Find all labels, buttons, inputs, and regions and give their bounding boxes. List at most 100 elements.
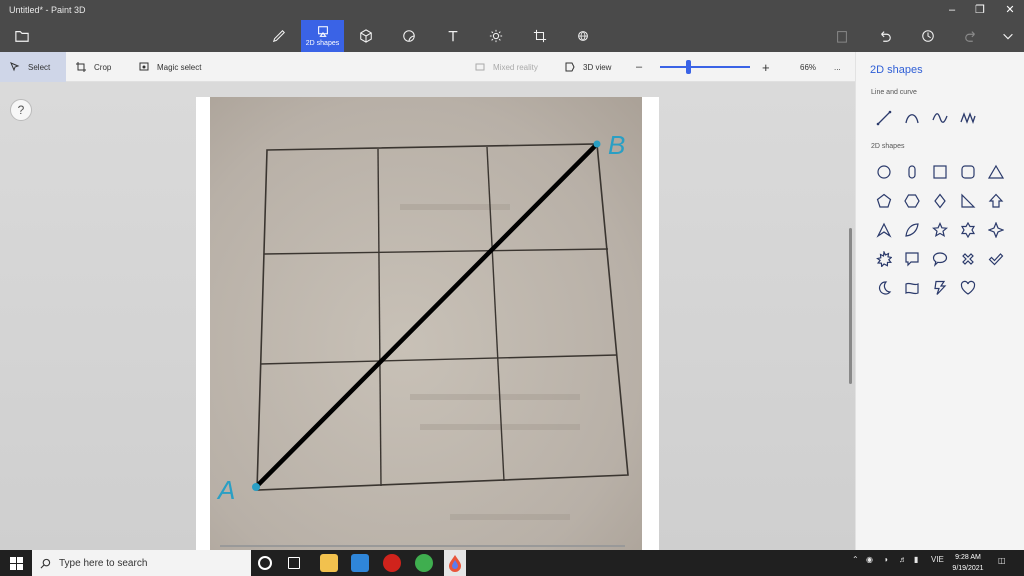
magic-select-button[interactable]: Magic select [139, 52, 201, 82]
help-button[interactable]: ? [10, 99, 32, 121]
curve-icon[interactable] [899, 105, 925, 131]
brushes-icon[interactable] [265, 22, 293, 50]
cortana-icon[interactable] [258, 556, 272, 570]
chevron-triangle-shape-icon[interactable] [871, 217, 897, 243]
checkmark-shape-icon[interactable] [983, 246, 1009, 272]
hexagon-shape-icon[interactable] [899, 188, 925, 214]
pentagon-shape-icon[interactable] [871, 188, 897, 214]
capsule-shape-icon[interactable] [899, 159, 925, 185]
undo-icon[interactable] [871, 22, 899, 50]
star4-shape-icon[interactable] [983, 217, 1009, 243]
crop-icon [76, 62, 86, 72]
2d-shapes-icon [317, 26, 328, 37]
wave-icon[interactable] [927, 105, 953, 131]
cross-shape-icon[interactable] [955, 246, 981, 272]
tray-chevron-icon[interactable]: ⌃ [852, 555, 859, 564]
store-icon[interactable] [320, 554, 338, 572]
effects-icon[interactable] [482, 22, 510, 50]
moon-shape-icon[interactable] [871, 275, 897, 301]
crop-button[interactable]: Crop [76, 52, 111, 82]
zoom-slider-track[interactable] [660, 66, 750, 68]
windows-start-button[interactable] [0, 550, 32, 576]
banner-shape-icon[interactable] [899, 275, 925, 301]
window-title: Untitled* - Paint 3D [9, 5, 86, 15]
mixed-reality-icon [475, 63, 485, 71]
callout-rect-shape-icon[interactable] [899, 246, 925, 272]
more-options-button[interactable]: ... [834, 52, 841, 82]
zoom-in-button[interactable]: + [762, 52, 770, 82]
right-triangle-shape-icon[interactable] [955, 188, 981, 214]
lightning-shape-icon[interactable] [927, 275, 953, 301]
crop-label: Crop [94, 62, 112, 72]
callout-oval-shape-icon[interactable] [927, 246, 953, 272]
select-button[interactable]: Select [0, 52, 66, 82]
point-b-label: B [608, 130, 625, 160]
zoom-slider-thumb[interactable] [686, 60, 691, 74]
search-icon [40, 558, 51, 568]
heart-shape-icon[interactable] [955, 275, 981, 301]
redo-icon[interactable] [957, 22, 985, 50]
task-view-icon[interactable] [288, 557, 300, 569]
select-label: Select [28, 62, 51, 72]
diamond-shape-icon[interactable] [927, 188, 953, 214]
2d-shapes-heading: 2D shapes [871, 143, 905, 150]
text-icon[interactable] [439, 22, 467, 50]
language-indicator[interactable]: VIE [931, 555, 944, 564]
leaf-shape-icon[interactable] [899, 217, 925, 243]
opera-icon[interactable] [383, 554, 401, 572]
notification-icon[interactable]: ◫ [998, 556, 1006, 565]
3d-library-icon[interactable] [569, 22, 597, 50]
clock-date: 9/19/2021 [952, 565, 984, 572]
paint-3d-taskbar-button[interactable] [444, 550, 466, 576]
paste-icon[interactable] [828, 22, 856, 50]
magic-select-label: Magic select [157, 62, 202, 72]
drawn-diagonal-line[interactable] [253, 141, 600, 490]
burst-shape-icon[interactable] [871, 246, 897, 272]
battery-icon[interactable]: ▮ [914, 555, 918, 564]
menu-folder-icon[interactable] [8, 22, 36, 50]
point-a-label: A [216, 475, 235, 505]
mail-icon[interactable] [351, 554, 369, 572]
windows-logo-icon [9, 556, 23, 570]
square-shape-icon[interactable] [927, 159, 953, 185]
history-icon[interactable] [914, 22, 942, 50]
triangle-shape-icon[interactable] [983, 159, 1009, 185]
taskbar-search-box[interactable]: Type here to search [32, 550, 251, 576]
minimize-button[interactable]: – [938, 2, 966, 18]
line-icon[interactable] [871, 105, 897, 131]
maximize-button[interactable]: ❐ [966, 2, 994, 18]
browser-icon[interactable] [415, 554, 433, 572]
volume-icon[interactable]: ♬ [899, 555, 907, 564]
magic-select-icon [139, 62, 149, 71]
3d-view-button[interactable]: 3D view [565, 52, 611, 82]
rounded-square-shape-icon[interactable] [955, 159, 981, 185]
polyline-icon[interactable] [955, 105, 981, 131]
chevron-down-icon[interactable] [994, 22, 1022, 50]
mixed-reality-button[interactable]: Mixed reality [475, 52, 538, 82]
grid-outline [256, 143, 629, 491]
zoom-out-button[interactable]: – [636, 52, 642, 82]
network-icon[interactable]: ◉ [866, 555, 873, 564]
horizontal-scrollbar[interactable] [220, 545, 625, 547]
taskbar: Type here to search ⌃ ◉ ◗ ♬ ▮ VIE 9:28 A… [0, 550, 1024, 576]
tab-2d-shapes-label: 2D shapes [305, 40, 340, 47]
photo-of-grid: A B [210, 97, 642, 550]
star5-shape-icon[interactable] [927, 217, 953, 243]
vertical-scrollbar[interactable] [849, 228, 852, 384]
star6-shape-icon[interactable] [955, 217, 981, 243]
stickers-icon[interactable] [395, 22, 423, 50]
arrow-up-shape-icon[interactable] [983, 188, 1009, 214]
grid-drawing: A B [216, 130, 629, 520]
3d-shapes-icon[interactable] [352, 22, 380, 50]
grid-line-v2 [486, 146, 505, 482]
paint-3d-icon [449, 555, 461, 572]
line-curve-heading: Line and curve [871, 89, 917, 96]
canvas-icon[interactable] [526, 22, 554, 50]
circle-shape-icon[interactable] [871, 159, 897, 185]
canvas[interactable]: A B [196, 97, 659, 550]
close-button[interactable]: ✕ [996, 2, 1024, 18]
wifi-icon[interactable]: ◗ [884, 555, 889, 564]
point-b-dot [593, 140, 601, 148]
tab-2d-shapes[interactable]: 2D shapes [301, 20, 344, 52]
clock[interactable]: 9:28 AM 9/19/2021 [948, 552, 988, 574]
